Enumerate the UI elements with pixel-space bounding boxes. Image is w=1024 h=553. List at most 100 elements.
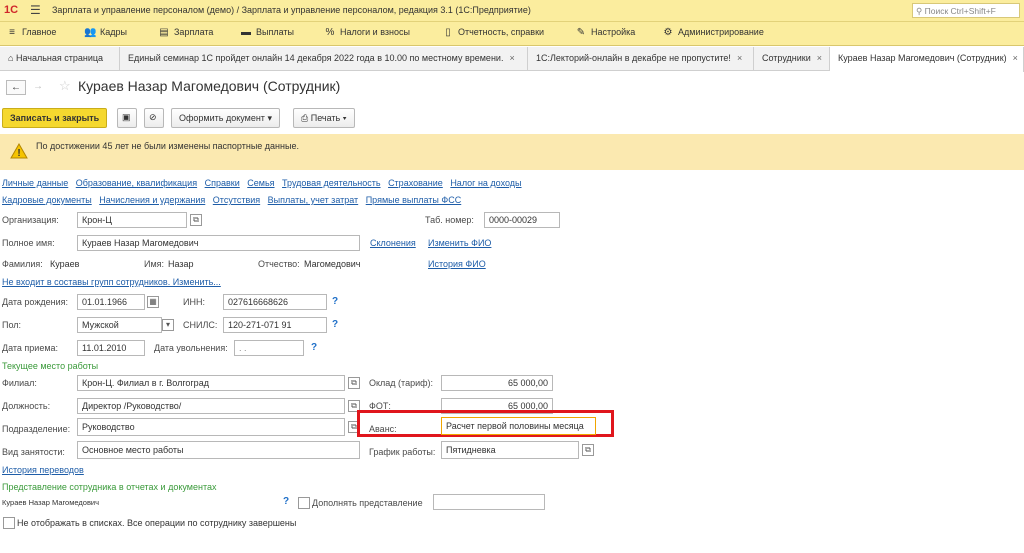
- position-field[interactable]: Директор /Руководство/: [77, 398, 345, 414]
- advance-field[interactable]: Расчет первой половины месяца: [441, 417, 596, 435]
- link-payments[interactable]: Выплаты, учет затрат: [268, 195, 359, 205]
- supplement-field[interactable]: [433, 494, 545, 510]
- patronymic-label: Отчество:: [258, 259, 300, 269]
- change-fio-link[interactable]: Изменить ФИО: [428, 238, 491, 248]
- help-icon[interactable]: ?: [332, 319, 338, 330]
- tab-number-label: Таб. номер:: [425, 215, 474, 225]
- close-icon[interactable]: ×: [1013, 53, 1018, 63]
- create-document-button[interactable]: Оформить документ ▾: [171, 108, 280, 128]
- employment-type-label: Вид занятости:: [2, 447, 65, 457]
- tab-label: Единый семинар 1С пройдет онлайн 14 дека…: [128, 53, 504, 63]
- attach-button[interactable]: ⊘: [144, 108, 164, 128]
- snils-field[interactable]: 120-271-071 91: [223, 317, 327, 333]
- favorite-star-icon[interactable]: ☆: [59, 78, 71, 94]
- birth-date-field[interactable]: 01.01.1966: [77, 294, 145, 310]
- hide-in-lists-checkbox[interactable]: [3, 517, 15, 529]
- tab-label: Сотрудники: [762, 53, 811, 63]
- salary-field[interactable]: 65 000,00: [441, 375, 553, 391]
- fire-date-field[interactable]: . .: [234, 340, 304, 356]
- declension-link[interactable]: Склонения: [370, 238, 416, 248]
- representation-header: Представление сотрудника в отчетах и док…: [2, 482, 217, 492]
- link-absences[interactable]: Отсутствия: [213, 195, 260, 205]
- svg-text:!: !: [17, 148, 20, 159]
- schedule-field[interactable]: Пятидневка: [441, 441, 579, 459]
- tab-home[interactable]: ⌂ Начальная страница: [0, 47, 120, 71]
- inn-field[interactable]: 027616668626: [223, 294, 327, 310]
- page-title: Кураев Назар Магомедович (Сотрудник): [78, 78, 341, 94]
- link-personal-data[interactable]: Личные данные: [2, 178, 68, 188]
- menu-item-main[interactable]: ≡ Главное: [6, 27, 56, 38]
- menu-item-settings[interactable]: ✎ Настройка: [575, 27, 636, 38]
- open-icon[interactable]: ⧉: [348, 377, 360, 389]
- warning-panel: ! По достижении 45 лет не были изменены …: [0, 134, 1024, 170]
- back-button[interactable]: ←: [6, 80, 26, 95]
- save-and-close-button[interactable]: Записать и закрыть: [2, 108, 108, 128]
- close-icon[interactable]: ×: [737, 53, 742, 63]
- link-fss-payments[interactable]: Прямые выплаты ФСС: [366, 195, 462, 205]
- button-label: Печать: [310, 113, 341, 123]
- dropdown-arrow-icon: ▾: [342, 113, 347, 123]
- link-accruals[interactable]: Начисления и удержания: [99, 195, 205, 205]
- help-icon[interactable]: ?: [311, 342, 317, 353]
- link-family[interactable]: Семья: [247, 178, 274, 188]
- printer-icon: ⎙: [301, 113, 309, 123]
- chevron-down-icon[interactable]: ▾: [162, 319, 174, 331]
- hire-date-field[interactable]: 11.01.2010: [77, 340, 145, 356]
- people-icon: 👥: [84, 27, 97, 38]
- global-search-input[interactable]: ⚲ Поиск Ctrl+Shift+F: [912, 3, 1020, 18]
- history-fio-link[interactable]: История ФИО: [428, 259, 486, 269]
- print-button[interactable]: ⎙ Печать ▾: [293, 108, 355, 128]
- employment-type-field[interactable]: Основное место работы: [77, 441, 360, 459]
- name-label: Имя:: [144, 259, 165, 269]
- open-icon[interactable]: ⧉: [582, 444, 594, 456]
- button-label: Оформить документ: [179, 113, 265, 123]
- link-income-tax[interactable]: Налог на доходы: [450, 178, 521, 188]
- department-field[interactable]: Руководство: [77, 418, 345, 436]
- supplement-checkbox[interactable]: [298, 497, 310, 509]
- menu-item-hr[interactable]: 👥 Кадры: [84, 27, 127, 38]
- menu-item-admin[interactable]: ⚙ Администрирование: [662, 27, 764, 38]
- tab-seminar[interactable]: Единый семинар 1С пройдет онлайн 14 дека…: [120, 47, 528, 71]
- schedule-label: График работы:: [369, 447, 436, 457]
- help-icon[interactable]: ?: [283, 496, 289, 507]
- link-labor[interactable]: Трудовая деятельность: [282, 178, 381, 188]
- forward-button[interactable]: →: [28, 80, 48, 95]
- fullname-field[interactable]: Кураев Назар Магомедович: [77, 235, 360, 251]
- link-certificates[interactable]: Справки: [205, 178, 240, 188]
- close-icon[interactable]: ×: [509, 53, 514, 63]
- tab-employee-card[interactable]: Кураев Назар Магомедович (Сотрудник) ×: [830, 47, 1024, 72]
- groups-link[interactable]: Не входит в составы групп сотрудников. И…: [2, 277, 221, 287]
- link-hr-documents[interactable]: Кадровые документы: [2, 195, 92, 205]
- menu-item-payments[interactable]: ▬ Выплаты: [240, 27, 294, 38]
- menu-item-salary[interactable]: ▤ Зарплата: [158, 27, 213, 38]
- org-label: Организация:: [2, 215, 59, 225]
- menu-label: Выплаты: [256, 27, 294, 37]
- calendar-icon[interactable]: ▦: [147, 296, 159, 308]
- close-icon[interactable]: ×: [817, 53, 822, 63]
- hamburger-icon[interactable]: ☰: [30, 3, 41, 17]
- transfer-history-link[interactable]: История переводов: [2, 465, 84, 475]
- gear-icon: ⚙: [663, 27, 673, 38]
- disk-icon: ▣: [122, 112, 131, 122]
- link-insurance[interactable]: Страхование: [388, 178, 443, 188]
- open-icon[interactable]: ⧉: [190, 214, 202, 226]
- tab-bar: ⌂ Начальная страница Единый семинар 1С п…: [0, 47, 1024, 72]
- link-education[interactable]: Образование, квалификация: [76, 178, 197, 188]
- help-icon[interactable]: ?: [332, 296, 338, 307]
- dropdown-arrow-icon: ▾: [267, 113, 272, 123]
- tab-lecture[interactable]: 1С:Лекторий-онлайн в декабре не пропусти…: [528, 47, 754, 71]
- advance-label: Аванс:: [369, 424, 397, 434]
- tab-employees[interactable]: Сотрудники ×: [754, 47, 830, 71]
- sex-select[interactable]: Мужской: [77, 317, 162, 333]
- payroll-icon: ▤: [159, 27, 169, 38]
- representation-value: Кураев Назар Магомедович: [2, 498, 100, 507]
- save-button[interactable]: ▣: [117, 108, 137, 128]
- percent-icon: %: [325, 27, 335, 38]
- org-field[interactable]: Крон-Ц: [77, 212, 187, 228]
- home-icon: ⌂: [8, 53, 14, 63]
- section-links-row1: Личные данные Образование, квалификация …: [2, 178, 522, 188]
- menu-item-taxes[interactable]: % Налоги и взносы: [324, 27, 410, 38]
- tab-number-field[interactable]: 0000-00029: [484, 212, 560, 228]
- menu-item-reports[interactable]: ▯ Отчетность, справки: [442, 27, 544, 38]
- branch-field[interactable]: Крон-Ц. Филиал в г. Волгоград: [77, 375, 345, 391]
